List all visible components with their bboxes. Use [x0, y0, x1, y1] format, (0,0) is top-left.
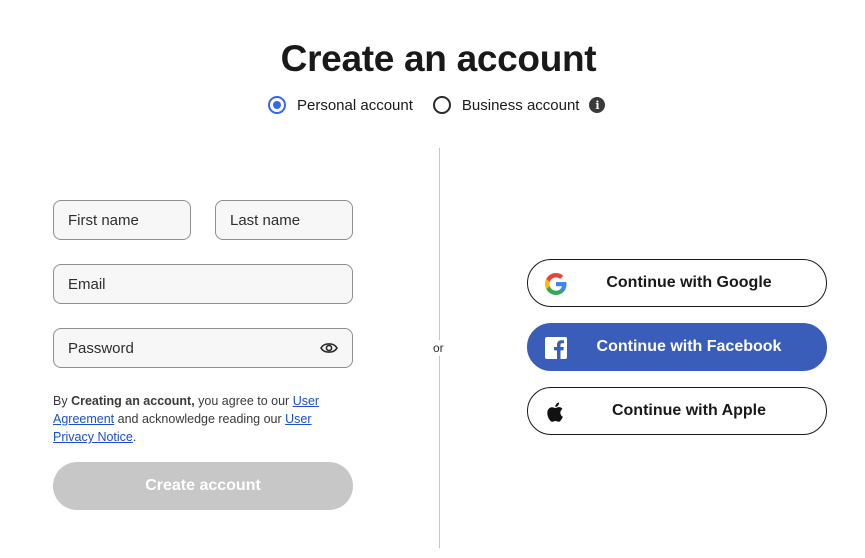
- page-title: Create an account: [280, 38, 597, 79]
- password-input[interactable]: [68, 339, 352, 357]
- or-separator: or: [430, 340, 447, 356]
- facebook-button-label: Continue with Facebook: [596, 338, 782, 355]
- business-account-label: Business account: [461, 96, 580, 114]
- continue-with-apple-button[interactable]: Continue with Apple: [527, 387, 827, 435]
- apple-icon: [547, 402, 563, 422]
- apple-button-label: Continue with Apple: [611, 402, 767, 419]
- google-button-label: Continue with Google: [606, 274, 772, 291]
- first-name-input[interactable]: [68, 211, 190, 229]
- account-type-selector: Personal account Business account i: [268, 96, 606, 114]
- legal-notice: By Creating an account, you agree to our…: [53, 392, 343, 446]
- legal-suffix: .: [132, 430, 137, 444]
- business-account-radio-indicator[interactable]: [432, 96, 451, 114]
- legal-bold: Creating an account,: [71, 394, 195, 408]
- email-field[interactable]: [53, 264, 353, 304]
- legal-prefix: By: [53, 394, 72, 408]
- last-name-input[interactable]: [230, 211, 352, 229]
- info-icon[interactable]: i: [589, 97, 606, 113]
- personal-account-label: Personal account: [297, 96, 413, 114]
- legal-middle2: and acknowledge reading our: [114, 412, 286, 426]
- personal-account-radio-indicator[interactable]: [268, 96, 286, 114]
- google-icon: [545, 273, 567, 295]
- password-field[interactable]: [53, 328, 353, 368]
- business-account-radio[interactable]: Business account: [432, 96, 580, 114]
- continue-with-facebook-button[interactable]: Continue with Facebook: [527, 323, 827, 371]
- last-name-field[interactable]: [215, 200, 353, 240]
- personal-account-radio[interactable]: Personal account: [268, 96, 413, 114]
- legal-middle1: you agree to our: [194, 394, 293, 408]
- facebook-icon: [545, 337, 567, 359]
- first-name-field[interactable]: [53, 200, 191, 240]
- eye-icon[interactable]: [320, 341, 338, 355]
- email-input[interactable]: [68, 275, 352, 293]
- create-account-button[interactable]: Create account: [53, 462, 353, 510]
- continue-with-google-button[interactable]: Continue with Google: [527, 259, 827, 307]
